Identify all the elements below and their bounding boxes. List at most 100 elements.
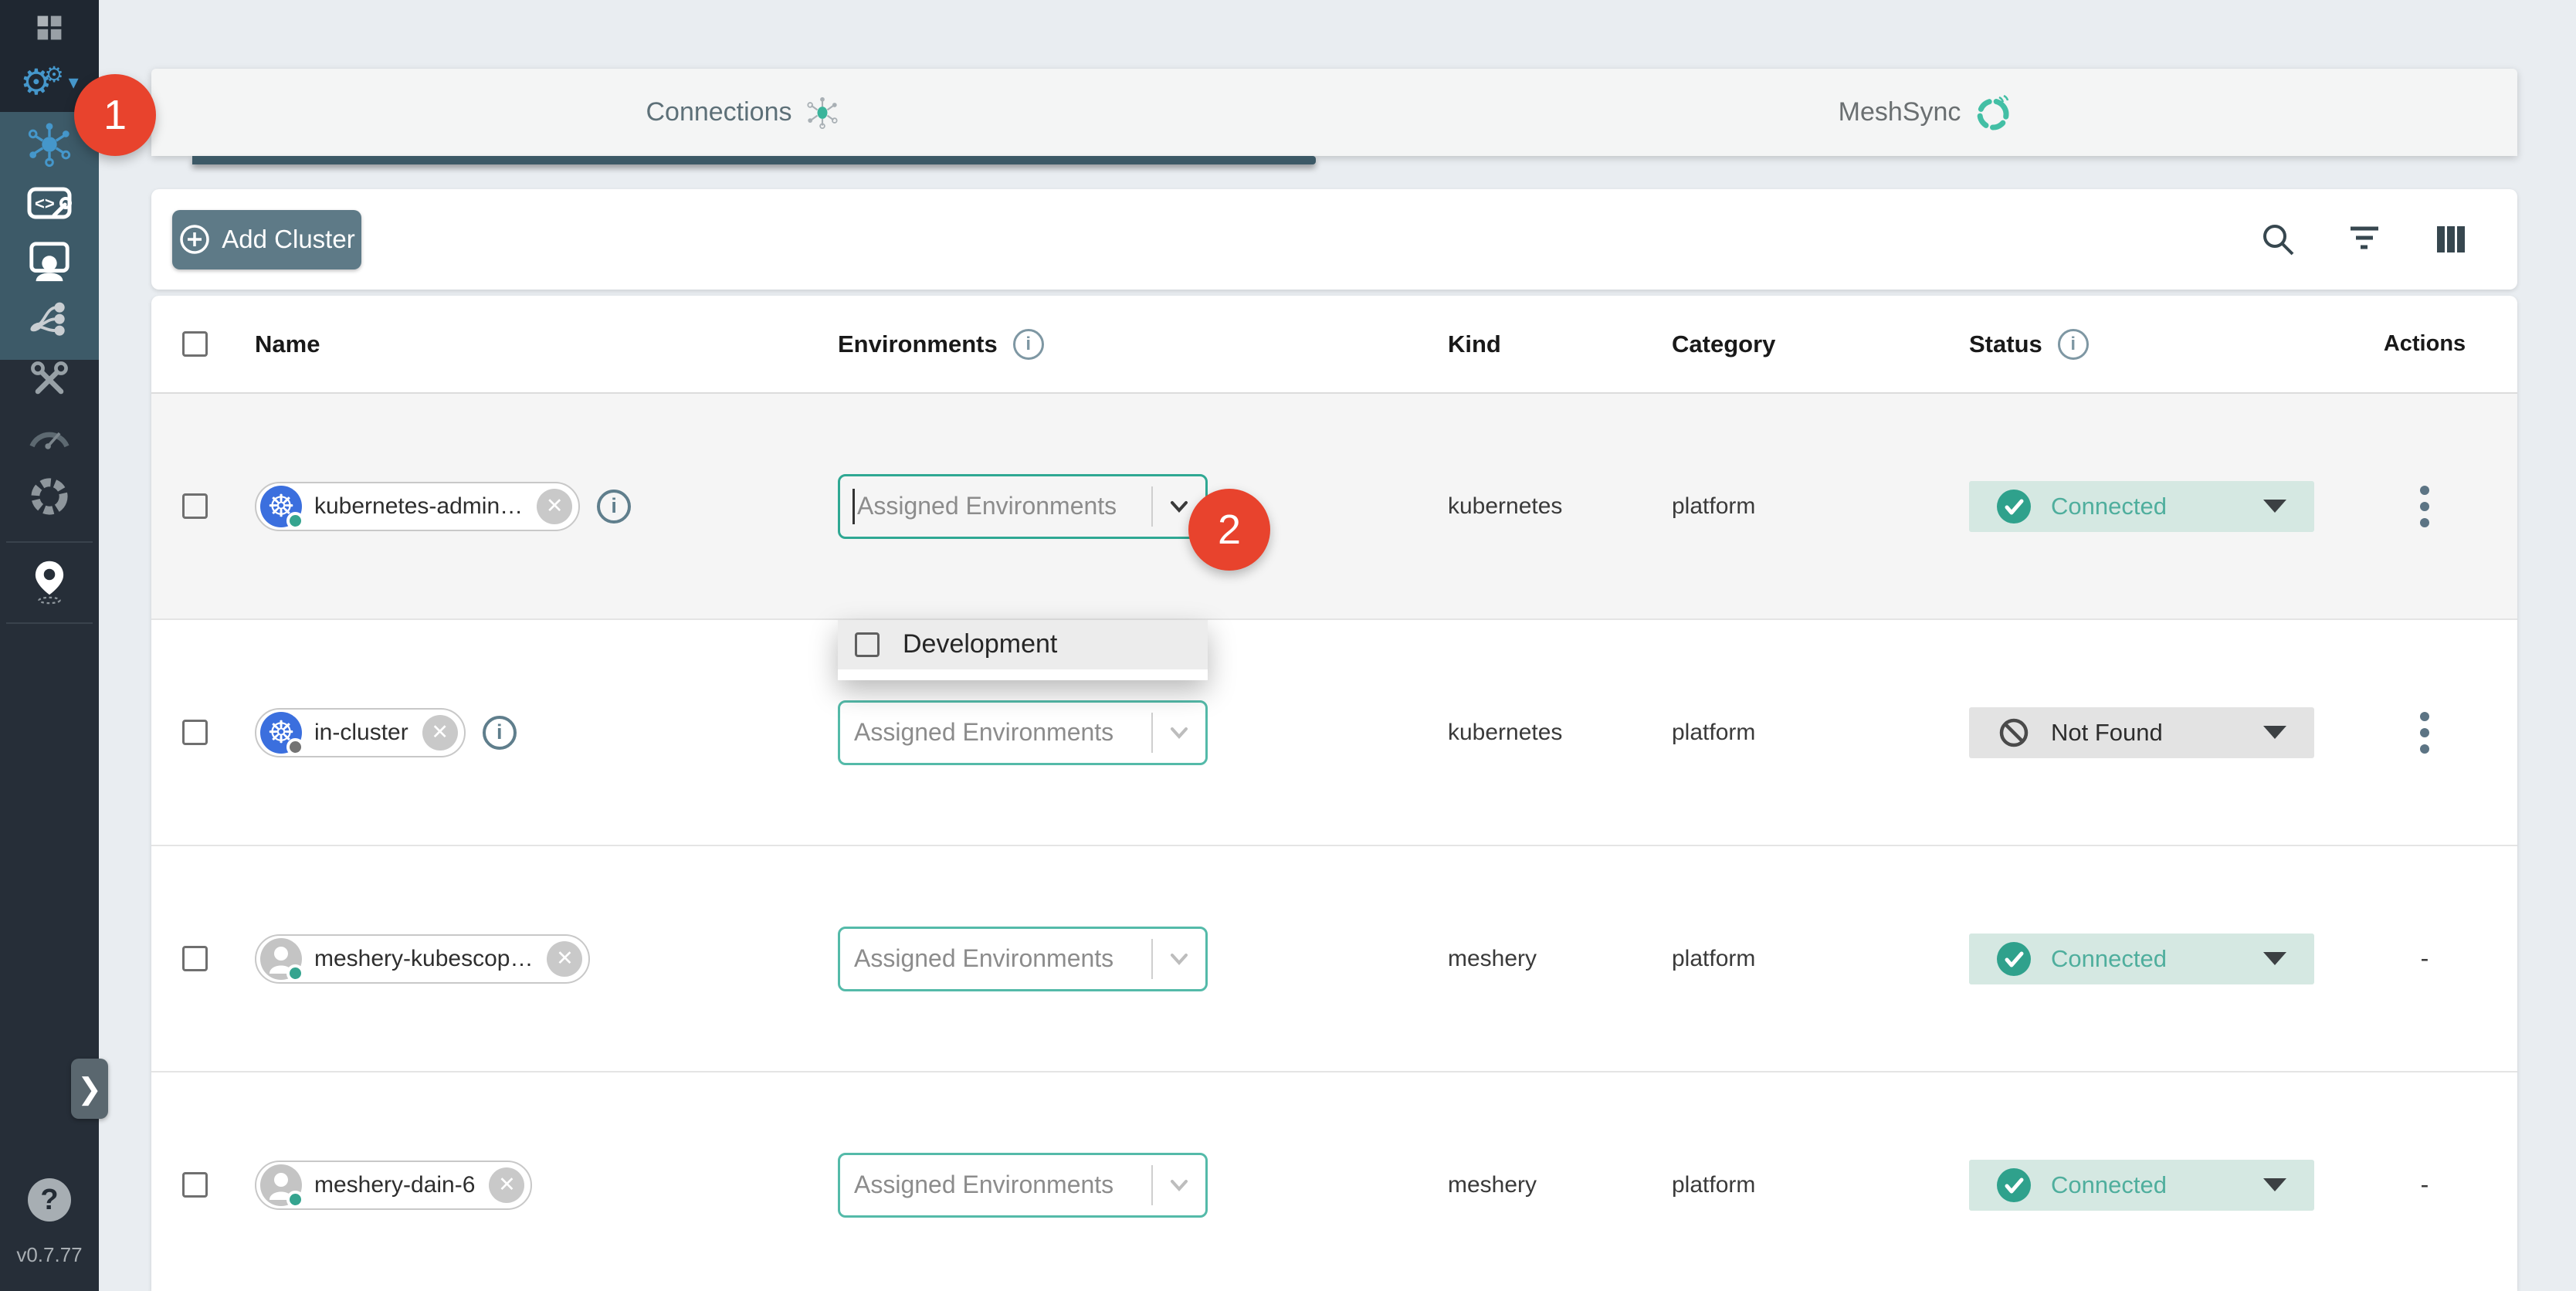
remove-connection-icon[interactable]: ✕: [489, 1167, 524, 1203]
row-checkbox[interactable]: [182, 720, 208, 745]
status-dot-connected: [286, 964, 304, 982]
option-checkbox[interactable]: [855, 632, 880, 657]
mesh-donut-icon: [27, 474, 72, 519]
table-row: meshery-dain-6 ✕ Assigned Environments m…: [151, 1072, 2517, 1291]
table-row: ☸ in-cluster ✕ i Assigned Environments k…: [151, 620, 2517, 846]
environments-select[interactable]: Assigned Environments: [838, 1153, 1208, 1218]
category-cell: platform: [1637, 720, 1930, 746]
select-divider: [1151, 1165, 1153, 1205]
status-badge[interactable]: Connected: [1969, 1160, 2314, 1211]
annotation-step-1: 1: [74, 74, 156, 156]
screen-user-icon: [25, 238, 73, 284]
remove-connection-icon[interactable]: ✕: [422, 715, 458, 751]
option-label: Development: [903, 629, 1057, 659]
help-button[interactable]: ?: [28, 1178, 71, 1222]
connection-info-icon[interactable]: i: [483, 716, 517, 750]
meshsync-spinner-icon: [1973, 93, 2013, 133]
check-circle-icon: [1997, 1168, 2031, 1202]
dropdown-arrow-icon: [2263, 952, 2286, 965]
search-icon[interactable]: [2259, 221, 2296, 258]
header-actions: Actions: [2384, 331, 2466, 357]
environments-select[interactable]: Assigned Environments: [838, 927, 1208, 991]
question-mark-icon: ?: [40, 1184, 58, 1217]
dropdown-arrow-icon: [2263, 500, 2286, 513]
tab-meshsync-label: MeshSync: [1839, 97, 1961, 127]
row-checkbox[interactable]: [182, 493, 208, 519]
sidebar: ⚙ ⚙ ▾ <>: [0, 0, 99, 1291]
view-columns-icon[interactable]: [2432, 221, 2469, 258]
chevron-down-icon[interactable]: [1165, 493, 1193, 520]
sidebar-item-designs[interactable]: [0, 296, 99, 345]
status-badge[interactable]: Not Found: [1969, 707, 2314, 758]
tab-connections[interactable]: Connections: [151, 69, 1334, 156]
tab-meshsync[interactable]: MeshSync: [1334, 69, 2517, 156]
tabs-bar: Connections MeshSync: [151, 69, 2517, 156]
environments-select[interactable]: Assigned Environments: [838, 700, 1208, 765]
environments-placeholder: Assigned Environments: [854, 1171, 1151, 1199]
kind-cell: kubernetes: [1413, 493, 1637, 520]
select-all-checkbox[interactable]: [182, 331, 208, 357]
environments-dropdown-menu: Development: [838, 620, 1208, 680]
status-dot-disconnected: [286, 738, 304, 756]
actions-empty: -: [2421, 944, 2429, 973]
header-status: Status: [1969, 330, 2042, 358]
table-header: Name Environments i Kind Category Status…: [151, 296, 2517, 394]
kind-cell: meshery: [1413, 946, 1637, 972]
kubernetes-icon: ☸: [260, 712, 302, 754]
app-version: v0.7.77: [0, 1243, 99, 1267]
dropdown-option-development[interactable]: Development: [838, 620, 1208, 669]
table-toolbar: Add Cluster: [151, 189, 2517, 290]
sidebar-divider: [6, 541, 93, 543]
sidebar-divider: [6, 622, 93, 624]
select-divider: [1151, 939, 1153, 979]
row-actions-menu[interactable]: [2415, 707, 2434, 758]
gear-small-icon: ⚙: [45, 64, 64, 86]
sidebar-expand-button[interactable]: ❯: [71, 1059, 108, 1119]
status-label: Not Found: [2051, 719, 2263, 747]
filter-icon[interactable]: [2346, 221, 2383, 258]
user-avatar-icon: [260, 938, 302, 980]
grid-icon: [27, 5, 72, 50]
row-checkbox[interactable]: [182, 946, 208, 971]
connection-info-icon[interactable]: i: [597, 490, 631, 524]
header-name: Name: [255, 330, 320, 358]
chevron-down-icon[interactable]: [1165, 719, 1193, 747]
chevron-right-icon: ❯: [77, 1072, 102, 1106]
chevron-down-icon: ▾: [69, 70, 79, 94]
dropdown-arrow-icon: [2263, 1178, 2286, 1191]
info-icon[interactable]: i: [2058, 329, 2089, 360]
sidebar-item-performance[interactable]: [0, 409, 99, 459]
connection-chip[interactable]: ☸ kubernetes-admin… ✕: [255, 482, 580, 531]
actions-empty: -: [2421, 1171, 2429, 1199]
code-wrench-icon: <>: [25, 181, 74, 226]
dropdown-arrow-icon: [2263, 726, 2286, 739]
row-checkbox[interactable]: [182, 1172, 208, 1198]
kubernetes-icon: ☸: [260, 486, 302, 527]
status-badge[interactable]: Connected: [1969, 481, 2314, 532]
info-icon[interactable]: i: [1013, 329, 1044, 360]
connection-chip[interactable]: ☸ in-cluster ✕: [255, 708, 466, 757]
connection-chip[interactable]: meshery-kubescop… ✕: [255, 934, 590, 984]
add-cluster-label: Add Cluster: [222, 225, 354, 254]
sidebar-item-service-mesh[interactable]: [0, 472, 99, 521]
chevron-down-icon[interactable]: [1165, 945, 1193, 973]
dashboard-icon[interactable]: [0, 3, 99, 53]
environments-placeholder: Assigned Environments: [854, 944, 1151, 973]
select-divider: [1151, 713, 1153, 753]
status-badge[interactable]: Connected: [1969, 934, 2314, 984]
environments-select[interactable]: Assigned Environments: [838, 474, 1208, 539]
sidebar-item-remote-sessions[interactable]: [0, 236, 99, 286]
location-pin-icon: [27, 557, 72, 606]
add-cluster-button[interactable]: Add Cluster: [172, 210, 361, 269]
tab-connections-label: Connections: [646, 97, 791, 127]
remove-connection-icon[interactable]: ✕: [547, 941, 582, 977]
sidebar-item-adapters[interactable]: <>: [0, 179, 99, 229]
connection-chip[interactable]: meshery-dain-6 ✕: [255, 1161, 532, 1210]
remove-connection-icon[interactable]: ✕: [537, 489, 572, 524]
connections-mesh-icon: [805, 95, 840, 130]
sidebar-item-get-involved[interactable]: [0, 557, 99, 606]
sidebar-item-toolkit[interactable]: [0, 355, 99, 405]
chevron-down-icon[interactable]: [1165, 1171, 1193, 1199]
row-actions-menu[interactable]: [2415, 481, 2434, 532]
connection-name: meshery-kubescop…: [314, 946, 533, 972]
